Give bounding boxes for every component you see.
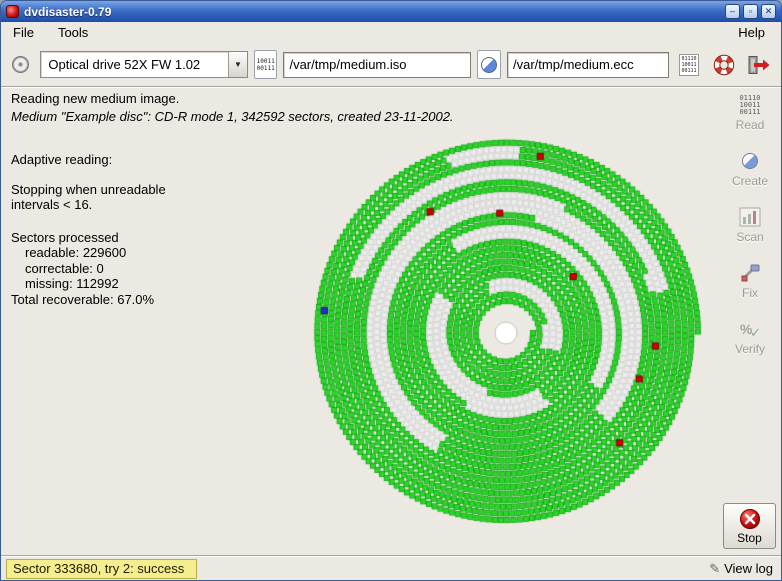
read-button[interactable]: 01110 10011 00111 Read [724, 89, 776, 136]
disc-canvas [300, 127, 712, 539]
action-title: Reading new medium image. [11, 91, 715, 106]
cd-drive-icon [12, 56, 29, 73]
fix-icon [739, 262, 761, 284]
scan-button[interactable]: Scan [724, 201, 776, 248]
action-sidebar: 01110 10011 00111 Read Create [721, 89, 779, 555]
menu-file[interactable]: File [9, 24, 38, 41]
toolbar-right: 01110 10011 00111 [675, 51, 775, 79]
ecc-file-input[interactable] [507, 52, 669, 78]
fix-button[interactable]: Fix [724, 257, 776, 304]
verify-label: Verify [735, 342, 765, 356]
stop-icon [739, 508, 761, 530]
preferences-button[interactable]: 01110 10011 00111 [675, 51, 703, 79]
verify-button[interactable]: % ✓ Verify [724, 313, 776, 360]
exit-icon [747, 55, 771, 75]
view-log-label: View log [724, 561, 773, 576]
settings-icon: 01110 10011 00111 [679, 54, 699, 76]
scan-label: Scan [736, 230, 763, 244]
verify-icon: % ✓ [740, 318, 760, 340]
readable-count: readable: 229600 [11, 245, 271, 261]
missing-count: missing: 112992 [11, 276, 271, 292]
image-file-input[interactable] [283, 52, 471, 78]
close-button[interactable]: ✕ [761, 4, 776, 19]
create-label: Create [732, 174, 768, 188]
toolbar-separator [1, 86, 781, 88]
drive-select[interactable]: Optical drive 52X FW 1.02 ▼ [40, 51, 248, 78]
drive-button[interactable] [7, 51, 34, 79]
chevron-down-icon: ▼ [228, 52, 247, 77]
toolbar: Optical drive 52X FW 1.02 ▼ 10011 00111 … [1, 43, 781, 86]
maximize-icon: ▫ [749, 6, 752, 16]
ecc-file-icon [477, 50, 501, 79]
log-icon: ✎ [709, 561, 720, 577]
lifesaver-icon [713, 54, 735, 76]
app-icon [6, 5, 19, 18]
status-message: Sector 333680, try 2: success [6, 559, 197, 579]
create-icon [742, 150, 758, 172]
help-button[interactable] [710, 51, 738, 79]
stop-label: Stop [737, 531, 762, 545]
menu-help[interactable]: Help [734, 24, 769, 41]
stop-button[interactable]: Stop [723, 503, 776, 549]
action-header: Reading new medium image. Medium "Exampl… [11, 91, 715, 124]
menubar: File Tools Help [1, 22, 781, 43]
titlebar[interactable]: dvdisaster-0.79 – ▫ ✕ [1, 1, 781, 22]
medium-info: Medium "Example disc": CD-R mode 1, 3425… [11, 109, 715, 124]
ecc-ball-icon [481, 57, 497, 73]
drive-select-value: Optical drive 52X FW 1.02 [48, 57, 200, 72]
create-button[interactable]: Create [724, 145, 776, 192]
read-label: Read [736, 118, 765, 132]
stopping-line1: Stopping when unreadable [11, 182, 271, 198]
app-window: dvdisaster-0.79 – ▫ ✕ File Tools Help Op… [0, 0, 782, 581]
window-controls: – ▫ ✕ [725, 4, 776, 19]
close-icon: ✕ [765, 6, 773, 16]
binary-glyph: 10011 00111 [257, 58, 275, 72]
image-file-icon: 10011 00111 [254, 50, 278, 79]
menu-tools[interactable]: Tools [54, 24, 92, 41]
reading-mode-label: Adaptive reading: [11, 152, 271, 168]
sectors-processed-label: Sectors processed [11, 230, 271, 246]
reading-stats: Adaptive reading: Stopping when unreadab… [11, 152, 271, 307]
read-icon: 01110 10011 00111 [739, 94, 760, 116]
quit-button[interactable] [745, 51, 773, 79]
maximize-button[interactable]: ▫ [743, 4, 758, 19]
total-recoverable: Total recoverable: 67.0% [11, 292, 271, 308]
window-title: dvdisaster-0.79 [24, 5, 111, 19]
minimize-icon: – [730, 6, 735, 16]
fix-label: Fix [742, 286, 758, 300]
minimize-button[interactable]: – [725, 4, 740, 19]
statusbar: Sector 333680, try 2: success ✎ View log [1, 556, 781, 580]
correctable-count: correctable: 0 [11, 261, 271, 277]
view-log-button[interactable]: ✎ View log [709, 561, 777, 577]
stopping-line2: intervals < 16. [11, 197, 271, 213]
scan-icon [739, 206, 761, 228]
